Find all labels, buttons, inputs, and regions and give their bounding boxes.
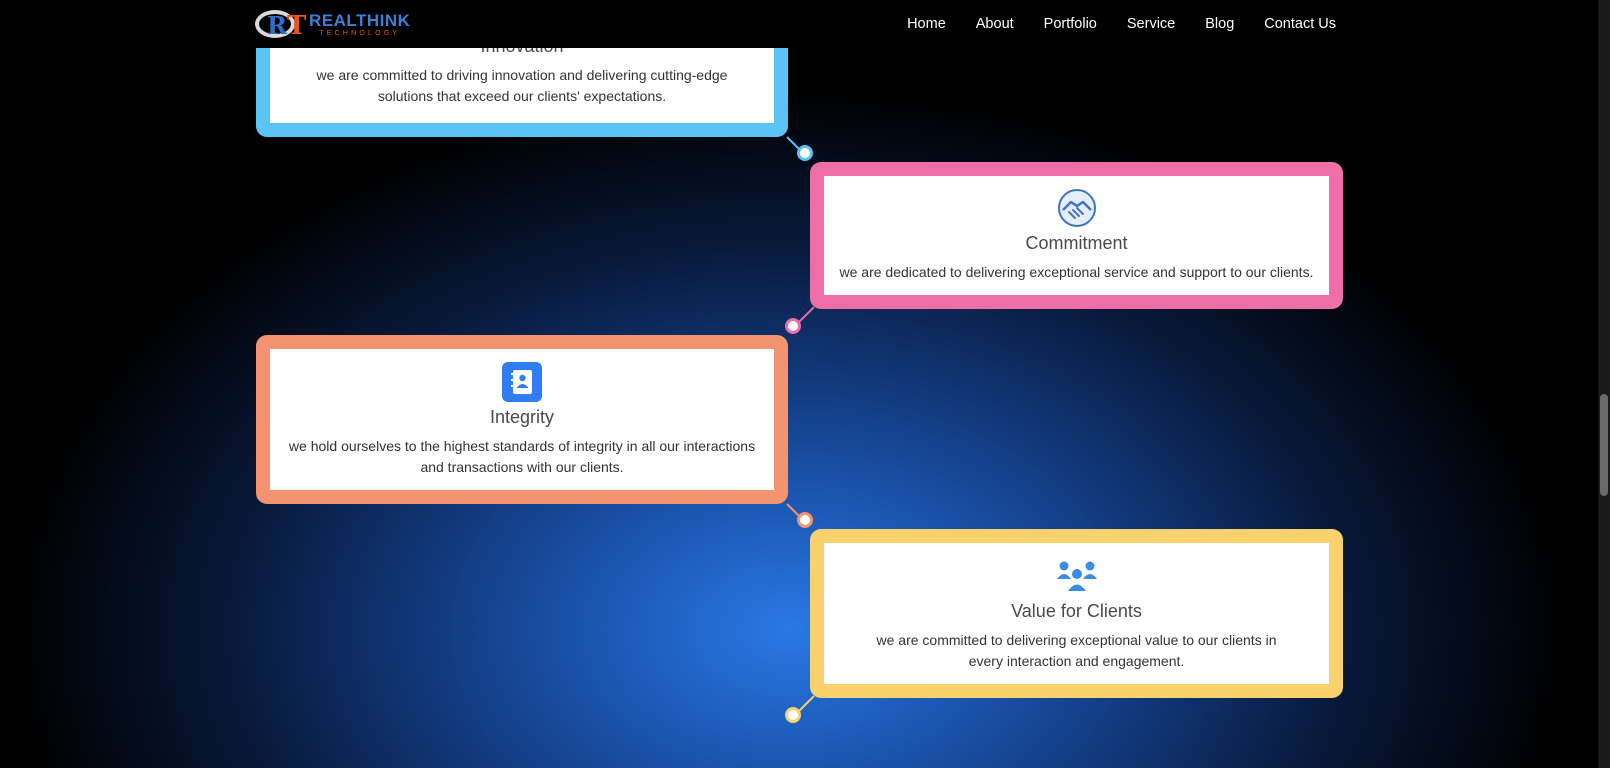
main-nav: Home About Portfolio Service Blog Contac… xyxy=(877,0,1336,48)
timeline-card-body: Commitment we are dedicated to deliverin… xyxy=(824,176,1329,295)
timeline-card-value-for-clients: Value for Clients we are committed to de… xyxy=(810,529,1343,698)
logo-mark: R T xyxy=(255,10,306,40)
users-group-icon xyxy=(1056,555,1098,597)
timeline-description: we hold ourselves to the highest standar… xyxy=(288,437,756,476)
timeline-dot xyxy=(785,707,801,723)
nav-link-portfolio[interactable]: Portfolio xyxy=(1044,16,1097,32)
page-scrollbar[interactable] xyxy=(1598,0,1610,768)
handshake-icon xyxy=(1056,187,1098,229)
timeline-card-integrity: Integrity we hold ourselves to the highe… xyxy=(256,335,788,504)
timeline-dot xyxy=(797,145,813,161)
brand-name: REALTHINK xyxy=(309,11,411,30)
nav-link-home[interactable]: Home xyxy=(907,16,946,32)
brand-logo[interactable]: R T REALTHINK TECHNOLOGY xyxy=(255,10,420,40)
timeline-card-body: Value for Clients we are committed to de… xyxy=(824,543,1329,684)
timeline-dot xyxy=(785,318,801,334)
nav-link-blog[interactable]: Blog xyxy=(1205,16,1234,32)
timeline-card-body: Integrity we hold ourselves to the highe… xyxy=(270,349,774,490)
timeline-description: we are dedicated to delivering exception… xyxy=(839,264,1314,281)
timeline-description: we are committed to delivering exception… xyxy=(876,631,1277,670)
timeline-card-commitment: Commitment we are dedicated to deliverin… xyxy=(810,162,1343,309)
nav-link-contact-us[interactable]: Contact Us xyxy=(1264,16,1336,32)
timeline-title: Commitment xyxy=(1025,233,1128,254)
timeline-description: we are committed to driving innovation a… xyxy=(316,66,728,105)
nav-link-service[interactable]: Service xyxy=(1127,16,1175,32)
timeline-title: Integrity xyxy=(489,406,555,427)
timeline-dot xyxy=(797,512,813,528)
scrollbar-thumb[interactable] xyxy=(1600,394,1608,496)
nav-link-about[interactable]: About xyxy=(976,16,1014,32)
timeline-title: Value for Clients xyxy=(1011,600,1142,621)
top-navbar: R T REALTHINK TECHNOLOGY Home About Port… xyxy=(0,0,1598,48)
brand-subtitle: TECHNOLOGY xyxy=(319,30,401,37)
contact-book-icon xyxy=(501,361,543,403)
